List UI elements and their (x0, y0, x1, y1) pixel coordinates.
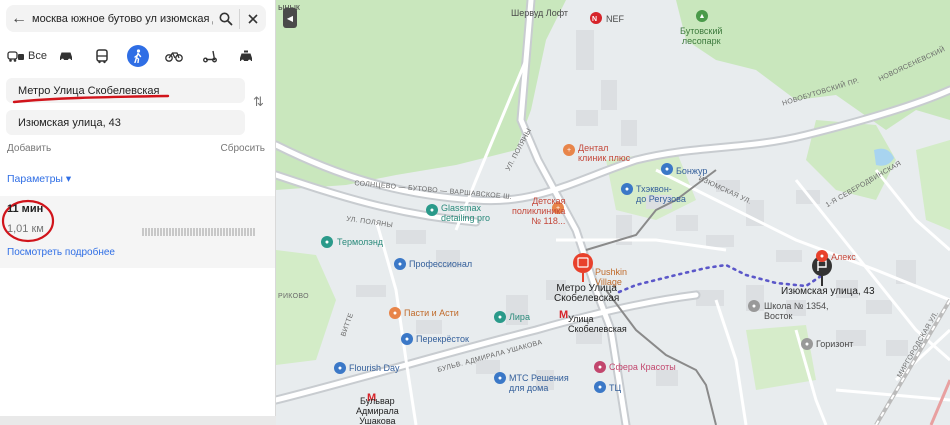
mode-bus-button[interactable] (84, 44, 120, 68)
mode-bike-button[interactable] (156, 44, 192, 68)
route-params-link[interactable]: Параметры ▾ (7, 173, 71, 185)
point-b-field[interactable]: Изюмская улица, 43 (6, 110, 245, 135)
mode-scooter-button[interactable] (192, 44, 228, 68)
gorizont-icon: ● (801, 338, 813, 350)
map-label: Glassmax detailing pro (441, 203, 491, 223)
svg-text:N: N (592, 16, 597, 23)
car-bus-walk-icon (7, 51, 25, 62)
map-label: Пасти и Асти (404, 308, 459, 318)
route-option-card[interactable]: 11 мин 1,01 км Посмотреть подробнее (0, 196, 275, 268)
lira-icon: ● (494, 311, 506, 323)
close-icon[interactable] (240, 5, 266, 32)
transport-modes: Все (6, 44, 268, 68)
street-label: РИКОВО (278, 293, 309, 300)
elevation-profile-bar (142, 228, 255, 236)
handwritten-underline (12, 94, 170, 104)
scooter-icon (203, 50, 217, 62)
termolend-icon: ● (321, 236, 333, 248)
pasti-icon: ● (389, 307, 401, 319)
mode-all-button[interactable]: Все (6, 44, 48, 68)
mode-taxi-button[interactable] (228, 44, 264, 68)
park-area (276, 250, 336, 365)
mode-all-label: Все (28, 50, 47, 62)
alex-icon: ● (816, 250, 828, 262)
glassmax-icon: ● (426, 204, 438, 216)
car-icon (60, 52, 72, 62)
bus-icon (96, 48, 108, 63)
park-area (916, 140, 950, 230)
flourish-icon: ● (334, 362, 346, 374)
mts-icon: ● (494, 372, 506, 384)
back-arrow-icon[interactable]: ← (6, 10, 32, 28)
map-label: Дентал клиник плюс (578, 143, 631, 163)
map-label: Шервуд Лофт (511, 8, 569, 18)
map-label: МТС Решения для дома (509, 373, 569, 393)
map-view[interactable]: M M N ▲ + ● ● + ● ● ● ● ● ● ● ● ● ● ● ● … (276, 0, 950, 425)
map-label: Перекрёсток (416, 334, 469, 344)
metro-label: Улица Скобелевская (568, 314, 627, 334)
map-label: Сфера Красоты (609, 362, 676, 372)
forest-park-icon: ▲ (696, 10, 708, 22)
sidebar-bottom-edge (0, 416, 276, 425)
school-icon: ● (748, 300, 760, 312)
railway-red (929, 379, 950, 425)
perekrestok-icon: ● (401, 333, 413, 345)
map-label: Лира (509, 312, 530, 322)
mode-walk-button[interactable] (120, 44, 156, 68)
taekwondo-icon: ● (621, 183, 633, 195)
walk-icon (127, 45, 149, 67)
tc-icon: ● (594, 381, 606, 393)
route-details-link[interactable]: Посмотреть подробнее (7, 247, 115, 258)
map-label: Тхэквон- до Регузова (636, 184, 686, 204)
dental-clinic-icon: + (563, 144, 575, 156)
route-duration: 11 мин (7, 203, 44, 215)
route-sidebar: ← москва южное бутово ул изюмская д Все (0, 0, 276, 425)
taxi-icon (240, 50, 252, 62)
svg-text:M: M (559, 309, 568, 321)
search-bar: ← москва южное бутово ул изюмская д (6, 5, 266, 32)
park-area (746, 325, 816, 390)
search-query[interactable]: москва южное бутово ул изюмская д (32, 13, 213, 25)
collapse-sidebar-button[interactable]: ◀ (283, 8, 297, 28)
point-b-text: Изюмская улица, 43 (18, 116, 121, 129)
map-label: ТЦ (609, 383, 622, 393)
map-label: NEF (606, 14, 624, 24)
map-label: Алекс (831, 252, 856, 262)
mode-car-button[interactable] (48, 44, 84, 68)
map-label: Flourish Day (349, 363, 400, 373)
finish-label: Изюмская улица, 43 (781, 286, 875, 297)
sfera-icon: ● (594, 361, 606, 373)
map-label: Термолэнд (337, 237, 384, 247)
swap-icon[interactable]: ⇅ (253, 94, 264, 110)
search-icon[interactable] (213, 5, 239, 32)
map-label: Школа № 1354, Восток (764, 301, 829, 321)
reset-link[interactable]: Сбросить (221, 143, 265, 154)
metro-label: Бульвар Адмирала Ушакова (356, 396, 399, 425)
map-label: Бутовский лесопарк (680, 26, 723, 46)
map-label: Детская поликлиника № 118... (512, 196, 566, 226)
professional-icon: ● (394, 258, 406, 270)
start-label: Метро Улица Скобелевская (554, 283, 620, 304)
bonjour-icon: ● (661, 163, 673, 175)
map-label: Горизонт (816, 339, 854, 349)
add-point-link[interactable]: Добавить (7, 143, 51, 154)
bike-icon (165, 52, 183, 62)
map-label: Профессионал (409, 259, 473, 269)
app-root: ← москва южное бутово ул изюмская д Все (0, 0, 950, 425)
route-distance: 1,01 км (7, 223, 44, 235)
